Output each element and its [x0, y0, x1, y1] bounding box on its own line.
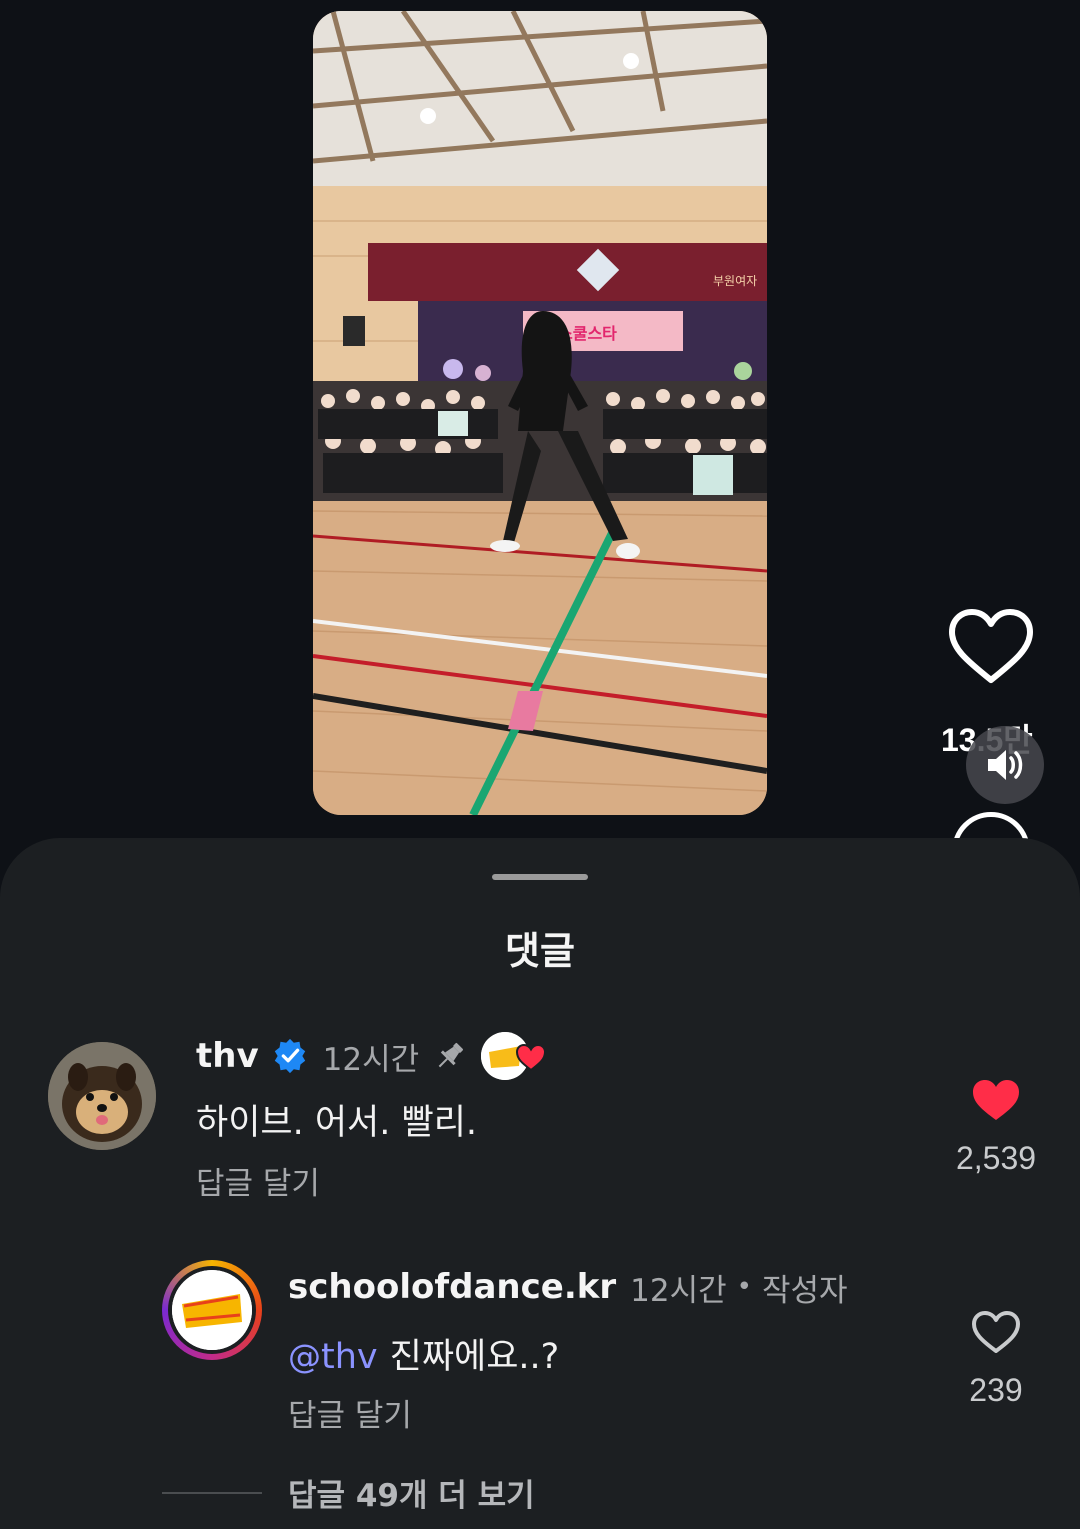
heart-outline-icon	[949, 609, 1033, 683]
mute-button[interactable]	[966, 726, 1044, 804]
author-badge: 작성자	[761, 1272, 848, 1309]
comment-like-count: 2,539	[955, 1140, 1037, 1176]
comment-body: @thv 진짜에요..?	[288, 1328, 559, 1379]
comment-like-button[interactable]: 2,539	[946, 1078, 1046, 1177]
separator-dot: •	[736, 1272, 752, 1302]
reply-button[interactable]: 답글 달기	[196, 1158, 320, 1203]
heart-filled-icon	[973, 1080, 1019, 1120]
at-icon: @	[288, 1337, 321, 1376]
thread-line	[162, 1491, 262, 1494]
comments-sheet: 댓글 thv 12시간 하이브. 어서. 빨리. 답글 달기 2,539 sch…	[0, 838, 1080, 1529]
like-button[interactable]	[946, 608, 1036, 688]
creator-liked-indicator	[481, 1032, 551, 1080]
comment-like-button[interactable]: 239	[946, 1310, 1046, 1409]
speaker-icon	[988, 750, 1023, 780]
heart-outline-icon	[972, 1311, 1020, 1353]
comment-time: 12시간	[630, 1272, 727, 1309]
sheet-title: 댓글	[505, 929, 575, 973]
video-frame: 부원여자 스쿨스타	[313, 11, 767, 815]
banner-text: 부원여자	[713, 274, 757, 288]
reply-button[interactable]: 답글 달기	[288, 1390, 412, 1435]
sheet-drag-handle[interactable]	[492, 874, 588, 880]
view-more-replies-label: 답글 49개 더 보기	[288, 1478, 535, 1514]
mention-username: thv	[321, 1337, 378, 1377]
mention-link[interactable]: @thv	[288, 1337, 378, 1377]
comment-username[interactable]: schoolofdance.kr	[288, 1267, 616, 1307]
comment-like-count: 239	[969, 1372, 1023, 1408]
video-player[interactable]: 부원여자 스쿨스타	[313, 11, 767, 815]
comment-header: thv 12시간	[196, 1031, 551, 1081]
screen: 부원여자 스쿨스타 댓글 thv 12시간 하이브. 어서. 빨리. 답글 달기…	[0, 0, 1080, 1529]
pin-icon	[438, 1042, 464, 1068]
verified-badge-icon	[274, 1038, 305, 1074]
comment-body-text: 진짜에요..?	[389, 1337, 560, 1377]
comment-username[interactable]: thv	[196, 1036, 259, 1076]
comment-time: 12시간	[322, 1041, 420, 1078]
avatar[interactable]	[48, 1042, 156, 1150]
comment-header: schoolofdance.kr 12시간 • 작성자	[288, 1262, 848, 1312]
dog-avatar-image	[48, 1042, 156, 1150]
comment-body: 하이브. 어서. 빨리.	[196, 1103, 478, 1143]
avatar[interactable]	[162, 1260, 262, 1360]
view-more-replies[interactable]: 답글 49개 더 보기	[162, 1470, 535, 1515]
school-of-dance-logo-icon	[172, 1270, 252, 1350]
school-of-dance-avatar	[172, 1270, 252, 1350]
heart-filled-icon	[516, 1043, 547, 1072]
